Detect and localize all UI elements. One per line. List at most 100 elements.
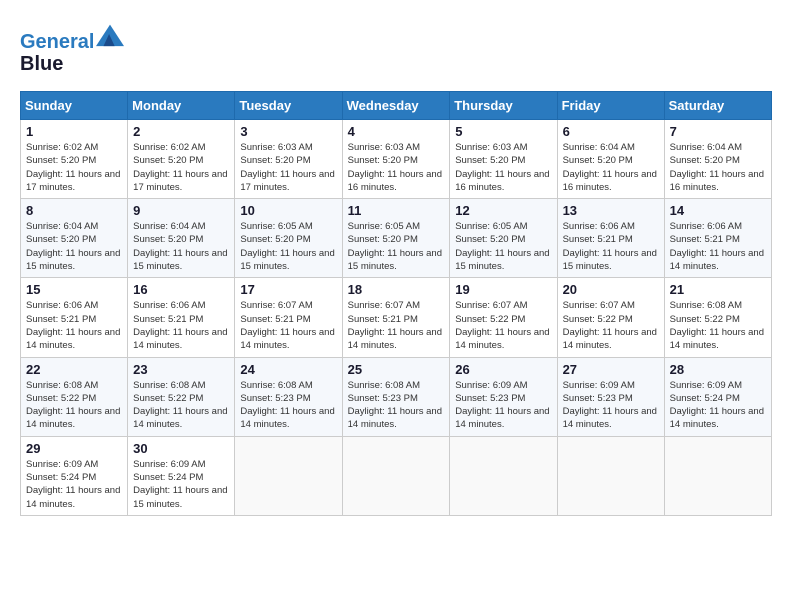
calendar-weekday-header: Tuesday: [235, 92, 342, 120]
day-number: 10: [240, 203, 336, 218]
day-number: 25: [348, 362, 445, 377]
day-number: 15: [26, 282, 122, 297]
calendar-day-cell: 11 Sunrise: 6:05 AM Sunset: 5:20 PM Dayl…: [342, 199, 450, 278]
calendar-day-cell: 20 Sunrise: 6:07 AM Sunset: 5:22 PM Dayl…: [557, 278, 664, 357]
calendar-week-row: 22 Sunrise: 6:08 AM Sunset: 5:22 PM Dayl…: [21, 357, 772, 436]
calendar-day-cell: 17 Sunrise: 6:07 AM Sunset: 5:21 PM Dayl…: [235, 278, 342, 357]
calendar-day-cell: 1 Sunrise: 6:02 AM Sunset: 5:20 PM Dayli…: [21, 120, 128, 199]
day-number: 30: [133, 441, 229, 456]
day-number: 16: [133, 282, 229, 297]
day-info: Sunrise: 6:07 AM Sunset: 5:22 PM Dayligh…: [563, 299, 659, 352]
calendar-day-cell: [342, 436, 450, 515]
calendar-header-row: SundayMondayTuesdayWednesdayThursdayFrid…: [21, 92, 772, 120]
day-info: Sunrise: 6:07 AM Sunset: 5:21 PM Dayligh…: [240, 299, 336, 352]
day-info: Sunrise: 6:05 AM Sunset: 5:20 PM Dayligh…: [348, 220, 445, 273]
calendar-table: SundayMondayTuesdayWednesdayThursdayFrid…: [20, 91, 772, 516]
day-info: Sunrise: 6:02 AM Sunset: 5:20 PM Dayligh…: [133, 141, 229, 194]
day-info: Sunrise: 6:08 AM Sunset: 5:23 PM Dayligh…: [240, 379, 336, 432]
day-info: Sunrise: 6:03 AM Sunset: 5:20 PM Dayligh…: [348, 141, 445, 194]
calendar-day-cell: 27 Sunrise: 6:09 AM Sunset: 5:23 PM Dayl…: [557, 357, 664, 436]
calendar-day-cell: 29 Sunrise: 6:09 AM Sunset: 5:24 PM Dayl…: [21, 436, 128, 515]
day-number: 22: [26, 362, 122, 377]
day-info: Sunrise: 6:07 AM Sunset: 5:22 PM Dayligh…: [455, 299, 551, 352]
calendar-day-cell: 2 Sunrise: 6:02 AM Sunset: 5:20 PM Dayli…: [128, 120, 235, 199]
day-info: Sunrise: 6:06 AM Sunset: 5:21 PM Dayligh…: [563, 220, 659, 273]
logo: General Blue: [20, 20, 124, 75]
day-info: Sunrise: 6:04 AM Sunset: 5:20 PM Dayligh…: [563, 141, 659, 194]
calendar-day-cell: 10 Sunrise: 6:05 AM Sunset: 5:20 PM Dayl…: [235, 199, 342, 278]
day-number: 27: [563, 362, 659, 377]
day-number: 1: [26, 124, 122, 139]
day-number: 26: [455, 362, 551, 377]
calendar-day-cell: [664, 436, 771, 515]
day-number: 20: [563, 282, 659, 297]
calendar-day-cell: 9 Sunrise: 6:04 AM Sunset: 5:20 PM Dayli…: [128, 199, 235, 278]
calendar-day-cell: 18 Sunrise: 6:07 AM Sunset: 5:21 PM Dayl…: [342, 278, 450, 357]
calendar-week-row: 8 Sunrise: 6:04 AM Sunset: 5:20 PM Dayli…: [21, 199, 772, 278]
calendar-weekday-header: Sunday: [21, 92, 128, 120]
calendar-week-row: 1 Sunrise: 6:02 AM Sunset: 5:20 PM Dayli…: [21, 120, 772, 199]
day-info: Sunrise: 6:09 AM Sunset: 5:24 PM Dayligh…: [133, 458, 229, 511]
calendar-weekday-header: Thursday: [450, 92, 557, 120]
day-number: 8: [26, 203, 122, 218]
calendar-week-row: 15 Sunrise: 6:06 AM Sunset: 5:21 PM Dayl…: [21, 278, 772, 357]
day-info: Sunrise: 6:06 AM Sunset: 5:21 PM Dayligh…: [670, 220, 766, 273]
calendar-day-cell: 12 Sunrise: 6:05 AM Sunset: 5:20 PM Dayl…: [450, 199, 557, 278]
day-info: Sunrise: 6:09 AM Sunset: 5:23 PM Dayligh…: [455, 379, 551, 432]
calendar-day-cell: 30 Sunrise: 6:09 AM Sunset: 5:24 PM Dayl…: [128, 436, 235, 515]
calendar-day-cell: 23 Sunrise: 6:08 AM Sunset: 5:22 PM Dayl…: [128, 357, 235, 436]
calendar-day-cell: 15 Sunrise: 6:06 AM Sunset: 5:21 PM Dayl…: [21, 278, 128, 357]
page-header: General Blue: [20, 20, 772, 75]
calendar-day-cell: [557, 436, 664, 515]
day-info: Sunrise: 6:04 AM Sunset: 5:20 PM Dayligh…: [26, 220, 122, 273]
day-number: 5: [455, 124, 551, 139]
day-number: 24: [240, 362, 336, 377]
day-info: Sunrise: 6:08 AM Sunset: 5:22 PM Dayligh…: [26, 379, 122, 432]
logo-text: General Blue: [20, 20, 124, 75]
calendar-day-cell: 13 Sunrise: 6:06 AM Sunset: 5:21 PM Dayl…: [557, 199, 664, 278]
day-number: 19: [455, 282, 551, 297]
calendar-weekday-header: Friday: [557, 92, 664, 120]
day-info: Sunrise: 6:05 AM Sunset: 5:20 PM Dayligh…: [455, 220, 551, 273]
day-number: 28: [670, 362, 766, 377]
day-info: Sunrise: 6:03 AM Sunset: 5:20 PM Dayligh…: [240, 141, 336, 194]
day-number: 6: [563, 124, 659, 139]
calendar-day-cell: 7 Sunrise: 6:04 AM Sunset: 5:20 PM Dayli…: [664, 120, 771, 199]
day-number: 4: [348, 124, 445, 139]
calendar-weekday-header: Saturday: [664, 92, 771, 120]
day-info: Sunrise: 6:09 AM Sunset: 5:24 PM Dayligh…: [26, 458, 122, 511]
day-info: Sunrise: 6:09 AM Sunset: 5:23 PM Dayligh…: [563, 379, 659, 432]
calendar-day-cell: [450, 436, 557, 515]
calendar-week-row: 29 Sunrise: 6:09 AM Sunset: 5:24 PM Dayl…: [21, 436, 772, 515]
calendar-weekday-header: Monday: [128, 92, 235, 120]
calendar-day-cell: 3 Sunrise: 6:03 AM Sunset: 5:20 PM Dayli…: [235, 120, 342, 199]
day-number: 21: [670, 282, 766, 297]
day-info: Sunrise: 6:08 AM Sunset: 5:23 PM Dayligh…: [348, 379, 445, 432]
day-number: 2: [133, 124, 229, 139]
calendar-day-cell: 8 Sunrise: 6:04 AM Sunset: 5:20 PM Dayli…: [21, 199, 128, 278]
calendar-day-cell: 24 Sunrise: 6:08 AM Sunset: 5:23 PM Dayl…: [235, 357, 342, 436]
logo-icon: [96, 20, 124, 48]
calendar-day-cell: 16 Sunrise: 6:06 AM Sunset: 5:21 PM Dayl…: [128, 278, 235, 357]
day-number: 18: [348, 282, 445, 297]
day-number: 14: [670, 203, 766, 218]
day-info: Sunrise: 6:03 AM Sunset: 5:20 PM Dayligh…: [455, 141, 551, 194]
calendar-day-cell: 22 Sunrise: 6:08 AM Sunset: 5:22 PM Dayl…: [21, 357, 128, 436]
calendar-day-cell: 4 Sunrise: 6:03 AM Sunset: 5:20 PM Dayli…: [342, 120, 450, 199]
day-info: Sunrise: 6:02 AM Sunset: 5:20 PM Dayligh…: [26, 141, 122, 194]
calendar-day-cell: 25 Sunrise: 6:08 AM Sunset: 5:23 PM Dayl…: [342, 357, 450, 436]
calendar-day-cell: 19 Sunrise: 6:07 AM Sunset: 5:22 PM Dayl…: [450, 278, 557, 357]
calendar-day-cell: 14 Sunrise: 6:06 AM Sunset: 5:21 PM Dayl…: [664, 199, 771, 278]
day-info: Sunrise: 6:09 AM Sunset: 5:24 PM Dayligh…: [670, 379, 766, 432]
day-number: 13: [563, 203, 659, 218]
calendar-day-cell: 6 Sunrise: 6:04 AM Sunset: 5:20 PM Dayli…: [557, 120, 664, 199]
day-number: 3: [240, 124, 336, 139]
day-info: Sunrise: 6:06 AM Sunset: 5:21 PM Dayligh…: [26, 299, 122, 352]
calendar-day-cell: 5 Sunrise: 6:03 AM Sunset: 5:20 PM Dayli…: [450, 120, 557, 199]
day-info: Sunrise: 6:04 AM Sunset: 5:20 PM Dayligh…: [133, 220, 229, 273]
day-number: 12: [455, 203, 551, 218]
calendar-day-cell: 26 Sunrise: 6:09 AM Sunset: 5:23 PM Dayl…: [450, 357, 557, 436]
day-number: 23: [133, 362, 229, 377]
day-info: Sunrise: 6:08 AM Sunset: 5:22 PM Dayligh…: [133, 379, 229, 432]
day-number: 11: [348, 203, 445, 218]
